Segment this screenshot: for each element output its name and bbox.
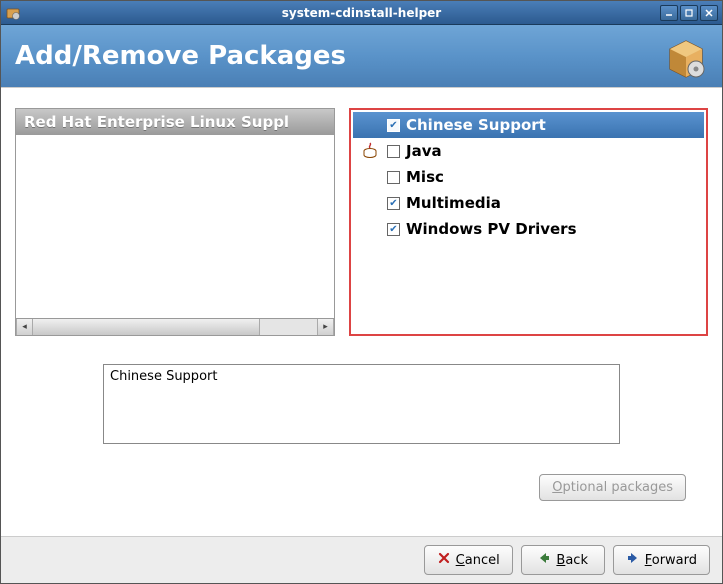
scroll-thumb[interactable] [33,319,260,335]
package-icon-placeholder [359,218,381,240]
maximize-button[interactable] [680,5,698,21]
package-pane: ✔ Chinese Support Java Misc ✔ Multimedia ✔ Wind… [349,108,708,336]
scroll-left-button[interactable]: ◂ [16,319,33,335]
titlebar-app-icon [5,5,25,21]
category-item[interactable]: Red Hat Enterprise Linux Suppl [16,109,334,135]
category-list[interactable]: Red Hat Enterprise Linux Suppl [15,108,335,319]
package-icon-placeholder [359,192,381,214]
package-checkbox[interactable] [387,171,400,184]
java-icon [359,140,381,162]
package-item[interactable]: Misc [353,164,704,190]
package-box-icon [664,35,708,79]
package-checkbox[interactable]: ✔ [387,223,400,236]
page-title: Add/Remove Packages [15,41,346,71]
horizontal-scrollbar[interactable]: ◂ ▸ [15,319,335,336]
cancel-icon [437,551,451,569]
window: system-cdinstall-helper Add/Remove Packa… [0,0,723,584]
package-label: Misc [406,168,444,186]
package-item[interactable]: ✔ Chinese Support [353,112,704,138]
package-label: Java [406,142,442,160]
package-checkbox[interactable]: ✔ [387,197,400,210]
description-text: Chinese Support [110,369,217,384]
back-button[interactable]: Back [521,545,605,575]
forward-arrow-icon [626,551,640,569]
content-area: Red Hat Enterprise Linux Suppl ◂ ▸ ✔ Chin… [1,87,722,536]
footer-buttons: Cancel Back Forward [1,536,722,583]
close-button[interactable] [700,5,718,21]
titlebar: system-cdinstall-helper [1,1,722,25]
package-label: Multimedia [406,194,501,212]
header-banner: Add/Remove Packages [1,25,722,87]
package-icon-placeholder [359,166,381,188]
category-pane: Red Hat Enterprise Linux Suppl ◂ ▸ [15,108,335,336]
cancel-button[interactable]: Cancel [424,545,513,575]
package-label: Windows PV Drivers [406,220,577,238]
package-icon-placeholder [359,114,381,136]
window-title: system-cdinstall-helper [282,6,441,20]
description-box: Chinese Support [103,364,620,444]
package-checkbox[interactable]: ✔ [387,119,400,132]
package-checkbox[interactable] [387,145,400,158]
scroll-right-button[interactable]: ▸ [317,319,334,335]
package-item[interactable]: ✔ Multimedia [353,190,704,216]
back-arrow-icon [537,551,551,569]
package-label: Chinese Support [406,116,546,134]
package-item[interactable]: Java [353,138,704,164]
optional-packages-button: Optional packages [539,474,686,501]
package-list: ✔ Chinese Support Java Misc ✔ Multimedia ✔ Wind… [353,112,704,242]
scroll-track[interactable] [33,319,317,335]
forward-button[interactable]: Forward [613,545,710,575]
package-item[interactable]: ✔ Windows PV Drivers [353,216,704,242]
minimize-button[interactable] [660,5,678,21]
